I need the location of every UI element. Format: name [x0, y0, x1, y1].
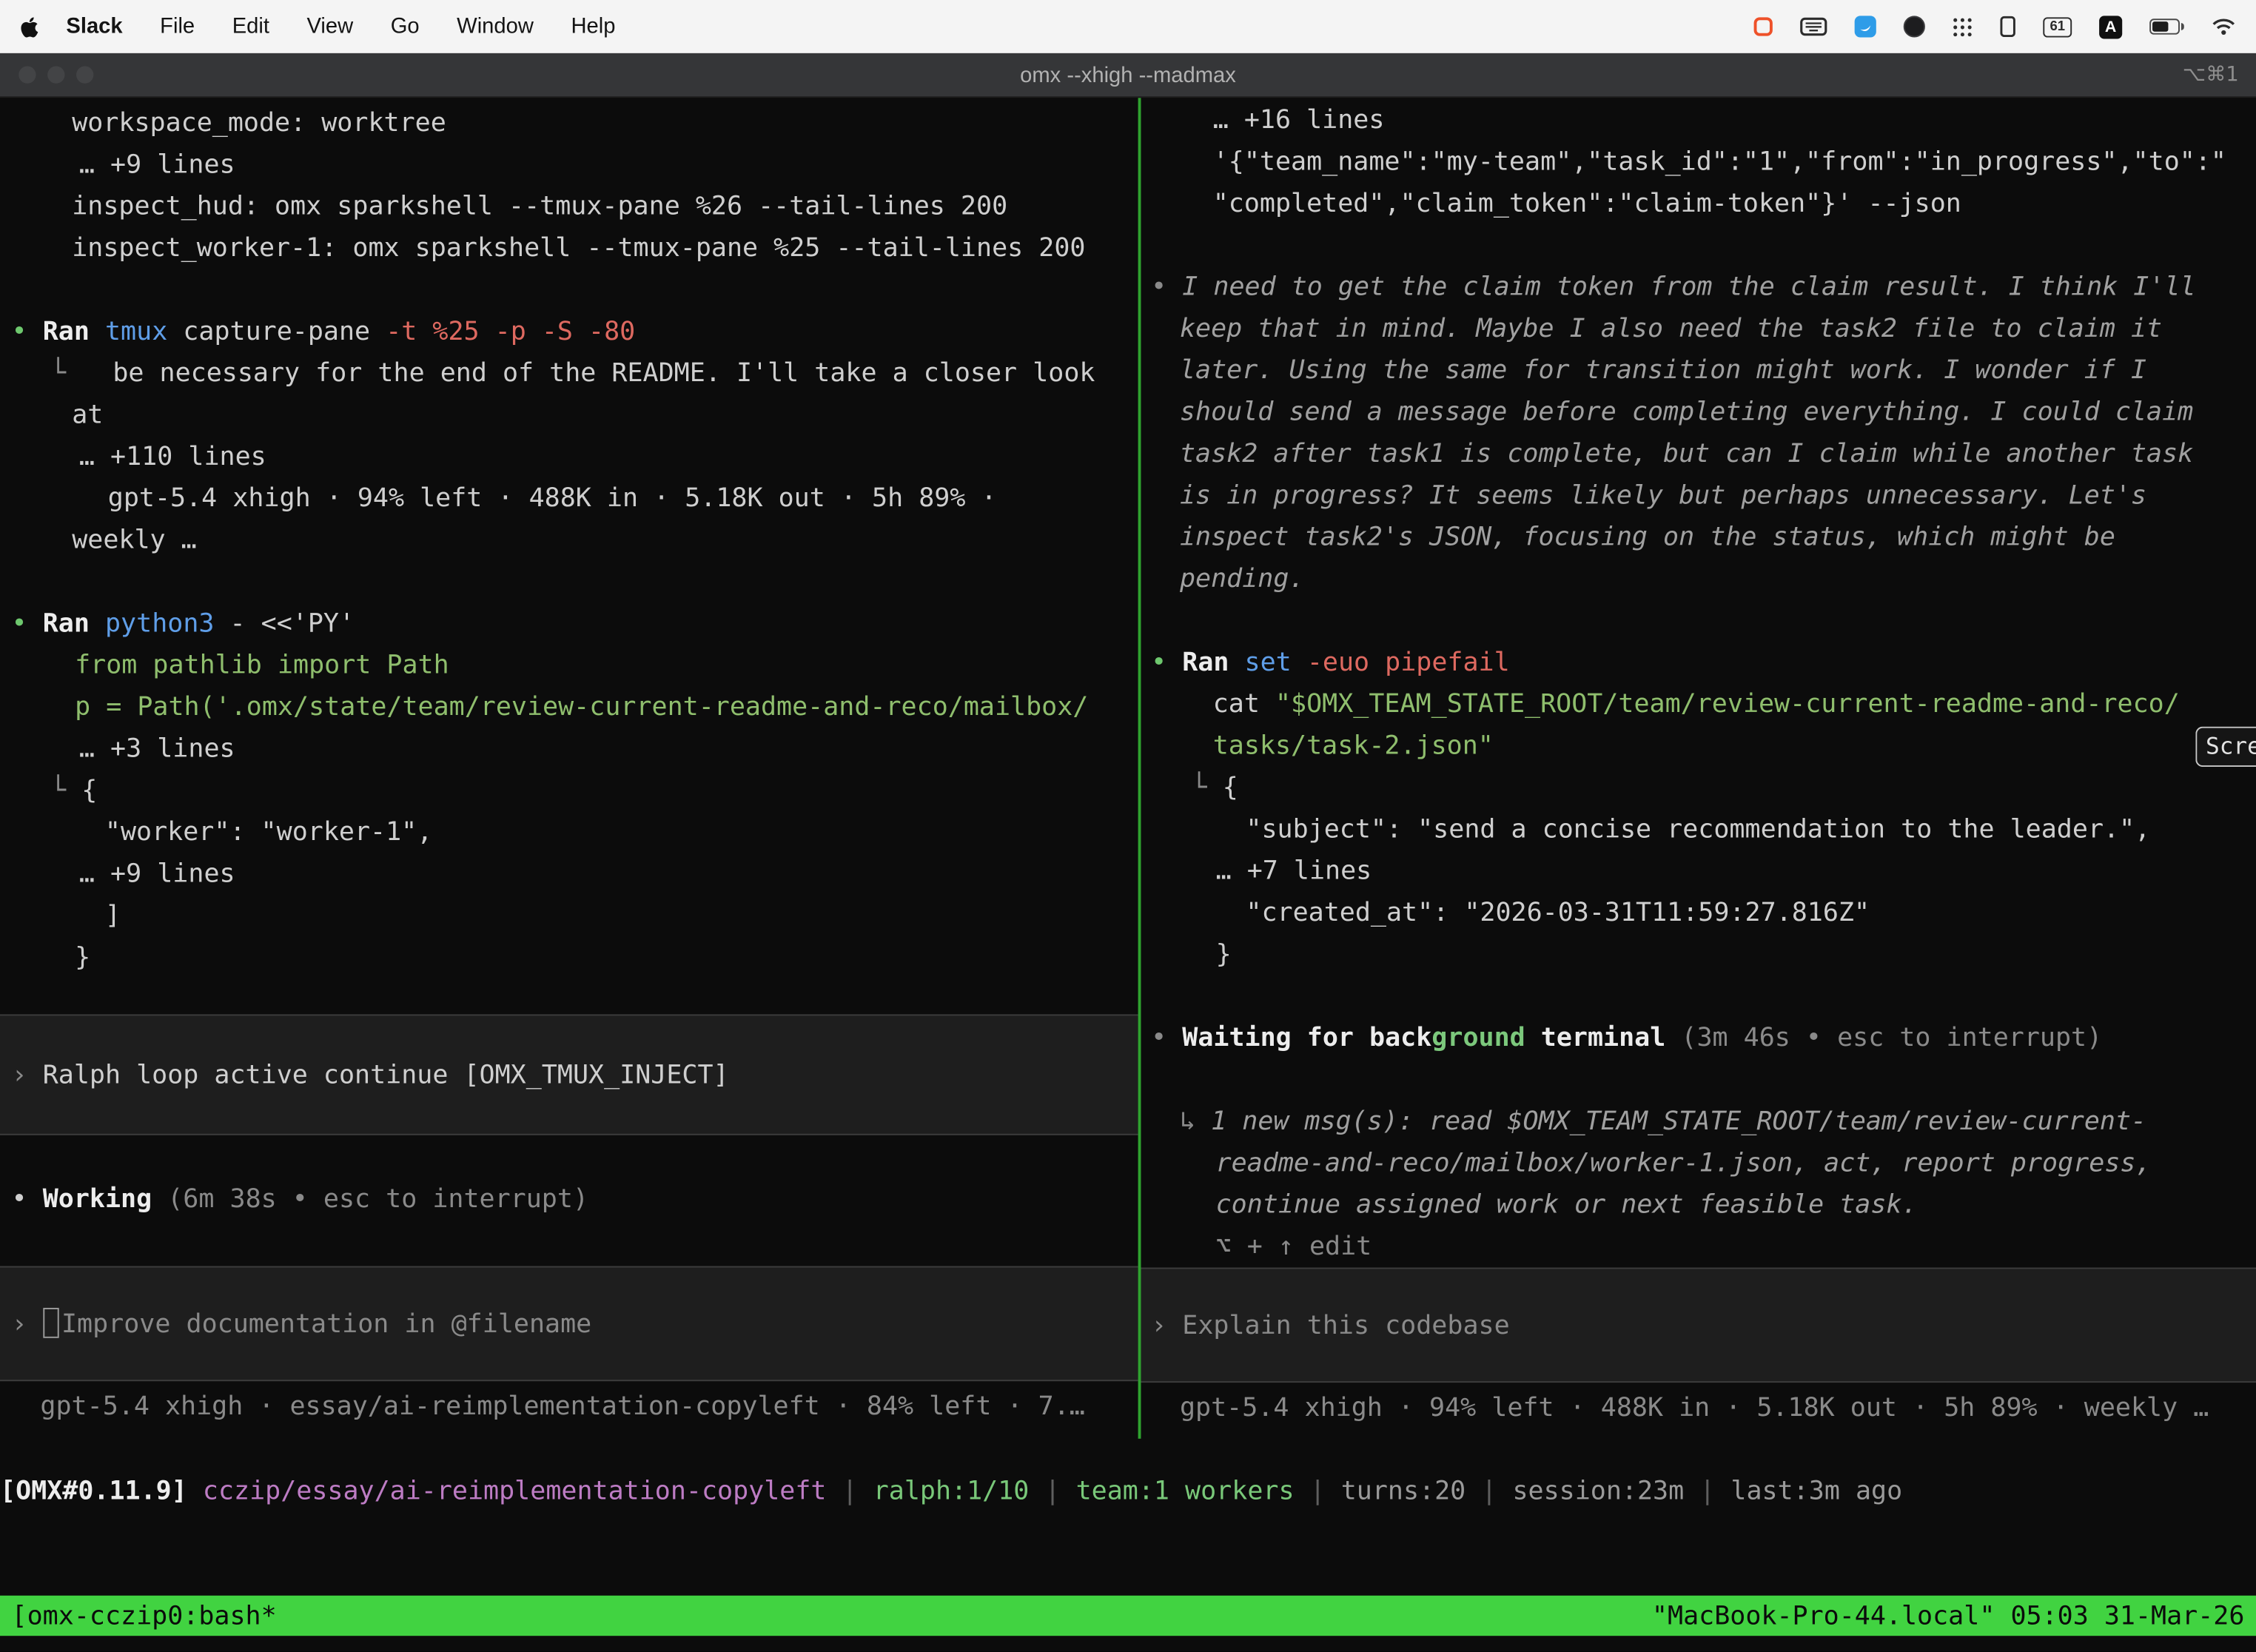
- menu-edit[interactable]: Edit: [232, 14, 269, 38]
- menu-go[interactable]: Go: [391, 14, 420, 38]
- terminal-line: gpt-5.4 xhigh · 94% left · 488K in · 5.1…: [0, 477, 1138, 519]
- terminal-line: [1141, 1059, 2256, 1101]
- terminal-line: should send a message before completing …: [1141, 392, 2256, 433]
- terminal-line: continue assigned work or next feasible …: [1141, 1184, 2256, 1226]
- terminal-line: "created_at": "2026-03-31T11:59:27.816Z": [1141, 892, 2256, 933]
- terminal-line: [0, 561, 1138, 602]
- terminal-line: inspect_worker-1: omx sparkshell --tmux-…: [0, 227, 1138, 269]
- terminal-line: • I need to get the claim token from the…: [1141, 266, 2256, 308]
- terminal-line: '{"team_name":"my-team","task_id":"1","f…: [1141, 141, 2256, 183]
- terminal-line: "worker": "worker-1",: [0, 811, 1138, 853]
- menubar-status-icons: 61 A: [1754, 15, 2236, 38]
- menu-window[interactable]: Window: [457, 14, 534, 38]
- terminal: workspace_mode: worktree… +9 linesinspec…: [0, 98, 2256, 1651]
- terminal-line: }: [1141, 934, 2256, 976]
- viewport: Slack File Edit View Go Window Help: [0, 0, 2256, 1652]
- terminal-line: └ be necessary for the end of the README…: [0, 352, 1138, 394]
- terminal-line: at: [0, 394, 1138, 436]
- terminal-line: └ {: [0, 770, 1138, 811]
- battery-61-icon[interactable]: 61: [2043, 16, 2072, 36]
- menubar-left: Slack File Edit View Go Window Help: [20, 14, 634, 38]
- right-model-status: gpt-5.4 xhigh · 94% left · 488K in · 5.1…: [1141, 1387, 2256, 1428]
- window-shortcut-hint: ⌥⌘1: [2183, 64, 2239, 87]
- active-app-menu[interactable]: Slack: [66, 14, 122, 38]
- terminal-line: task2 after task1 is complete, but can I…: [1141, 433, 2256, 474]
- display-mirror-icon[interactable]: [2000, 16, 2015, 37]
- screen: Slack File Edit View Go Window Help: [0, 0, 2256, 1652]
- terminal-line: [1141, 976, 2256, 1017]
- terminal-line: • Ran tmux capture-pane -t %25 -p -S -80: [0, 311, 1138, 352]
- record-stop-icon[interactable]: [1754, 17, 1773, 36]
- wifi-icon[interactable]: [2212, 17, 2236, 36]
- terminal-line: ⌥ + ↑ edit: [1141, 1226, 2256, 1267]
- working-status: • Working (6m 38s • esc to interrupt): [0, 1178, 1138, 1220]
- tmux-host-clock-label: "MacBook-Pro-44.local" 05:03 31-Mar-26: [1652, 1601, 2245, 1631]
- terminal-line: … +3 lines: [0, 728, 1138, 770]
- close-button[interactable]: [19, 66, 36, 83]
- input-source-icon[interactable]: A: [2099, 15, 2122, 38]
- terminal-line: … +9 lines: [0, 853, 1138, 895]
- terminal-line: weekly …: [0, 520, 1138, 561]
- dots-grid-icon[interactable]: [1953, 16, 1973, 36]
- terminal-line: … +16 lines: [1141, 99, 2256, 141]
- menu-file[interactable]: File: [160, 14, 195, 38]
- terminal-line: ↳ 1 new msg(s): read $OMX_TEAM_STATE_ROO…: [1141, 1101, 2256, 1142]
- window-title: omx --xhigh --madmax: [0, 63, 2256, 87]
- terminal-line: … +110 lines: [0, 436, 1138, 477]
- terminal-line: "completed","claim_token":"claim-token"}…: [1141, 183, 2256, 224]
- tmux-status-bar: [omx-cczip0:bash* "MacBook-Pro-44.local"…: [0, 1596, 2256, 1636]
- left-scrollback: workspace_mode: worktree… +9 linesinspec…: [0, 98, 1138, 978]
- terminal-line: later. Using the same for transition mig…: [1141, 349, 2256, 391]
- terminal-line: p = Path('.omx/state/team/review-current…: [0, 686, 1138, 728]
- composer-text-left: › Improve documentation in @filename: [0, 1303, 1138, 1344]
- keyboard-icon[interactable]: [1800, 17, 1827, 36]
- omx-hud-status-line: [OMX#0.11.9] cczip/essay/ai-reimplementa…: [0, 1471, 2256, 1512]
- apple-menu-icon[interactable]: [20, 15, 38, 38]
- terminal-line: inspect_hud: omx sparkshell --tmux-pane …: [0, 186, 1138, 227]
- pane-right[interactable]: … +16 lines'{"team_name":"my-team","task…: [1141, 98, 2256, 1439]
- terminal-line: • Ran set -euo pipefail: [1141, 642, 2256, 683]
- terminal-line: tasks/task-2.json": [1141, 725, 2256, 767]
- terminal-line: [0, 269, 1138, 311]
- window-titlebar: omx --xhigh --madmax ⌥⌘1: [0, 53, 2256, 98]
- menu-view[interactable]: View: [307, 14, 354, 38]
- terminal-line: └ {: [1141, 767, 2256, 808]
- composer-input-right[interactable]: › Explain this codebase: [1141, 1268, 2256, 1383]
- terminal-line: … +9 lines: [0, 144, 1138, 185]
- ralph-loop-banner: › Ralph loop active continue [OMX_TMUX_I…: [0, 1014, 1138, 1135]
- terminal-line: "subject": "send a concise recommendatio…: [1141, 808, 2256, 850]
- terminal-line: keep that in mind. Maybe I also need the…: [1141, 308, 2256, 349]
- swift-icon[interactable]: [1855, 16, 1876, 37]
- menu-help[interactable]: Help: [571, 14, 615, 38]
- battery-icon[interactable]: [2149, 19, 2184, 34]
- terminal-line: from pathlib import Path: [0, 645, 1138, 686]
- right-scrollback: … +16 lines'{"team_name":"my-team","task…: [1141, 98, 2256, 1267]
- terminal-line: [1141, 224, 2256, 266]
- terminal-line: inspect task2's JSON, focusing on the st…: [1141, 517, 2256, 558]
- terminal-line: }: [0, 936, 1138, 978]
- terminal-line: workspace_mode: worktree: [0, 102, 1138, 144]
- terminal-line: • Waiting for background terminal (3m 46…: [1141, 1017, 2256, 1058]
- composer-text-right: › Explain this codebase: [1141, 1304, 2256, 1346]
- zoom-button[interactable]: [76, 66, 93, 83]
- terminal-line: … +7 lines: [1141, 850, 2256, 892]
- left-model-status: gpt-5.4 xhigh · essay/ai-reimplementatio…: [0, 1386, 1138, 1427]
- minimize-button[interactable]: [47, 66, 64, 83]
- banner-line: › Ralph loop active continue [OMX_TMUX_I…: [0, 1054, 1138, 1095]
- terminal-line: pending.: [1141, 558, 2256, 600]
- terminal-line: is in progress? It seems likely but perh…: [1141, 474, 2256, 516]
- terminal-line: cat "$OMX_TEAM_STATE_ROOT/team/review-cu…: [1141, 683, 2256, 725]
- screenshot-popup[interactable]: Scre: [2195, 727, 2256, 767]
- terminal-line: [1141, 600, 2256, 642]
- macos-menubar: Slack File Edit View Go Window Help: [0, 0, 2256, 53]
- composer-input-left[interactable]: › Improve documentation in @filename: [0, 1266, 1138, 1382]
- tmux-panes: workspace_mode: worktree… +9 linesinspec…: [0, 98, 2256, 1439]
- tmux-session-label: [omx-cczip0:bash*: [12, 1601, 277, 1631]
- pane-left[interactable]: workspace_mode: worktree… +9 linesinspec…: [0, 98, 1138, 1439]
- terminal-line: readme-and-reco/mailbox/worker-1.json, a…: [1141, 1142, 2256, 1183]
- terminal-line: ]: [0, 895, 1138, 936]
- terminal-line: • Ran python3 - <<'PY': [0, 602, 1138, 644]
- terminal-app-icon[interactable]: [1904, 16, 1925, 37]
